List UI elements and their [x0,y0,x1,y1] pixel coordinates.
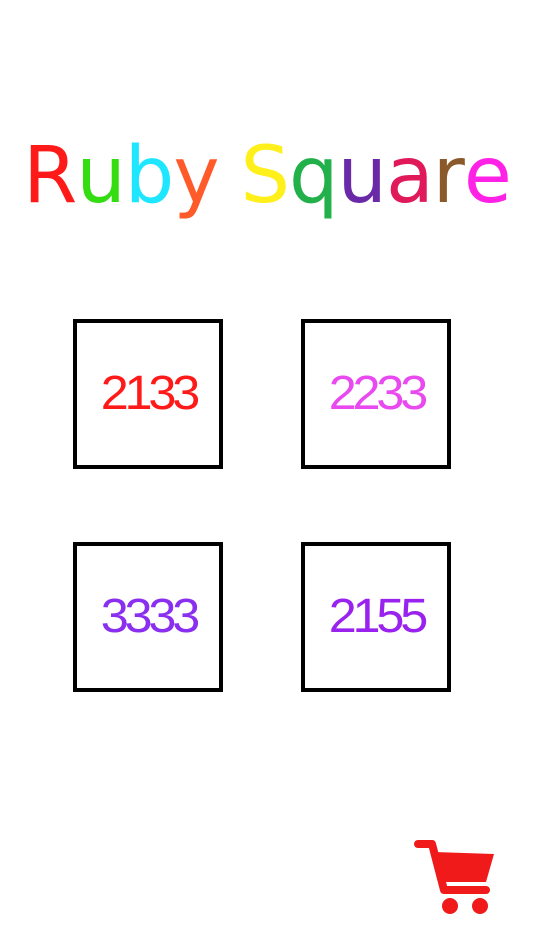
title-letter: a [385,131,434,221]
title-letter: q [289,131,339,221]
title-letter: u [337,131,387,221]
tile-number: 2133 [100,367,200,420]
title-letter: u [76,131,125,221]
tile-number: 2155 [328,590,428,643]
tile-number: 3333 [100,590,200,643]
tile-number: 2233 [328,367,428,420]
title-letter: r [432,131,465,221]
title-letter: e [463,131,512,221]
shopping-cart-icon [414,840,494,914]
title-letter: y [173,131,219,221]
shop-button[interactable] [414,838,498,918]
level-tile[interactable]: 2133 [73,319,223,469]
level-tile[interactable]: 2233 [301,319,451,469]
game-title: Ruby Square [0,128,534,224]
level-tile[interactable]: 3333 [73,542,223,692]
title-letter: R [23,131,77,221]
level-tile[interactable]: 2155 [301,542,451,692]
title-letter: S [240,131,290,221]
title-letter: b [124,131,175,221]
